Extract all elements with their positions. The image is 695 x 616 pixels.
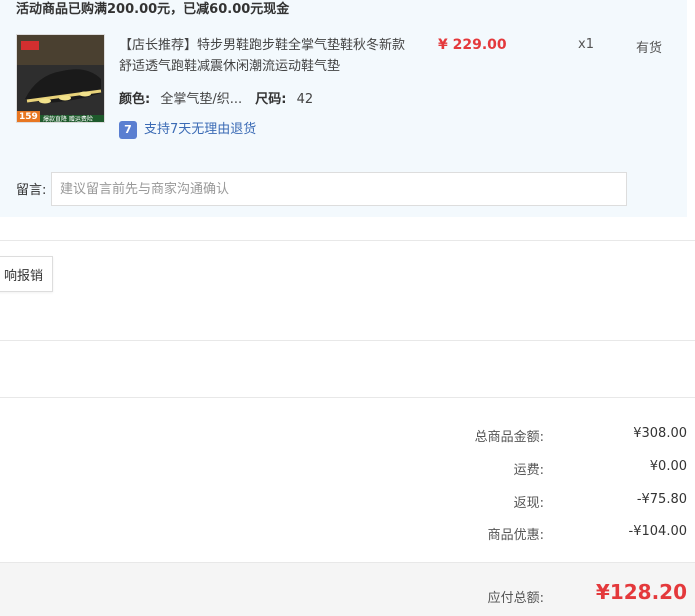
return-policy[interactable]: 7 支持7天无理由退货	[119, 118, 256, 139]
product-price: ¥ 229.00	[438, 37, 507, 53]
divider	[0, 397, 695, 398]
return-policy-icon: 7	[119, 120, 137, 139]
summary-shipping-label: 运费:	[513, 463, 544, 478]
size-value: 42	[296, 92, 314, 107]
price-tag-overlay: 159	[19, 112, 38, 122]
promo-strip-overlay: 爆款直降 赠运费险	[43, 116, 93, 123]
color-value: 全掌气垫/织...	[160, 92, 243, 107]
summary-discount-value: -¥104.00	[628, 524, 687, 539]
return-policy-text: 支持7天无理由退货	[144, 122, 257, 137]
summary-goods-total-value: ¥308.00	[633, 426, 687, 441]
promo-banner: 活动商品已购满200.00元，已减60.00元现金	[16, 2, 290, 17]
product-attributes: 颜色: 全掌气垫/织... 尺码: 42	[119, 88, 313, 107]
summary-shipping-value: ¥0.00	[649, 459, 687, 474]
summary-discount-label: 商品优惠:	[487, 528, 544, 543]
summary-cashback-value: -¥75.80	[636, 492, 687, 507]
summary-goods-total-label: 总商品金额:	[474, 430, 544, 445]
product-image[interactable]: 159 爆款直降 赠运费险	[16, 34, 105, 123]
summary-cashback-label: 返现:	[513, 496, 544, 511]
message-label: 留言:	[16, 183, 47, 198]
payable-total-bar: 应付总额: ¥128.20	[0, 562, 695, 616]
color-label: 颜色:	[119, 92, 151, 107]
payable-total-label: 应付总额:	[487, 591, 544, 606]
message-input[interactable]	[51, 172, 627, 206]
payable-total-value: ¥128.20	[595, 580, 687, 604]
size-label: 尺码:	[255, 92, 287, 107]
divider	[0, 240, 695, 241]
store-order-panel: 活动商品已购满200.00元，已减60.00元现金 159 爆款直降 赠运费险 …	[0, 0, 687, 217]
product-title[interactable]: 【店长推荐】特步男鞋跑步鞋全掌气垫鞋秋冬新款舒适透气跑鞋减震休闲潮流运动鞋气垫	[119, 35, 409, 77]
product-quantity: x1	[578, 37, 594, 52]
expense-reimburse-button[interactable]: 响报销	[0, 256, 53, 292]
shoe-image-icon	[17, 35, 104, 122]
stock-status: 有货	[636, 41, 663, 56]
divider	[0, 340, 695, 341]
